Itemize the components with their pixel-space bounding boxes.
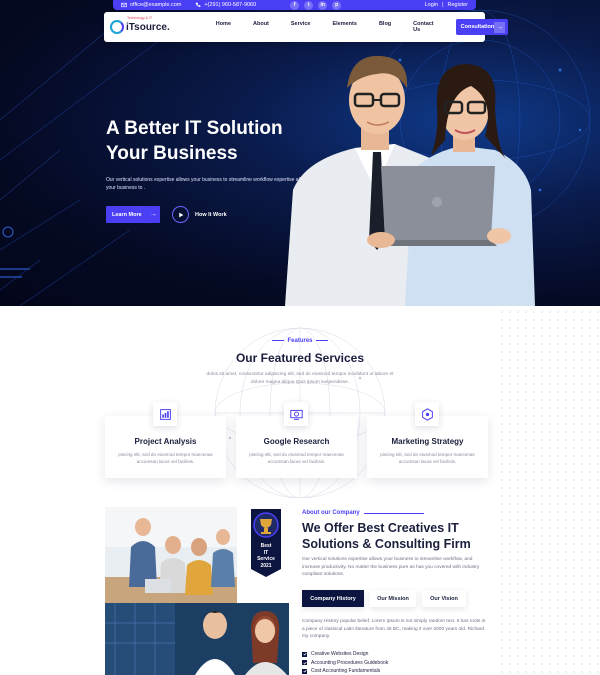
list-item-label: Creative Websites Design <box>311 651 369 658</box>
email-contact[interactable]: office@example.com <box>121 2 181 8</box>
card-title: Project Analysis <box>134 437 197 446</box>
check-icon <box>302 651 307 657</box>
consultation-label: Consultation <box>460 24 495 30</box>
service-card-project-analysis[interactable]: Project Analysis piscing elit, sed do ei… <box>105 402 226 478</box>
about-description: Our vertical solutions expertise allows … <box>302 557 480 578</box>
phone-text: +(291) 960-587-9060 <box>204 2 257 8</box>
learn-more-label: Learn More <box>112 211 142 218</box>
check-icon <box>302 660 307 666</box>
nav-contact[interactable]: Contact Us <box>413 21 433 33</box>
research-icon <box>284 402 308 426</box>
learn-more-button[interactable]: Learn More → <box>106 206 160 223</box>
phone-contact[interactable]: +(291) 960-587-9060 <box>195 2 256 8</box>
award-year: 2021 <box>260 562 272 569</box>
check-icon <box>302 668 307 674</box>
hero-people-image <box>285 55 535 306</box>
team-photo-2 <box>105 603 289 675</box>
phone-icon <box>195 2 201 7</box>
list-item: Creative Websites Design <box>302 650 388 659</box>
site-logo[interactable]: iTsource. Technology & IT <box>110 15 170 39</box>
logo-tagline: Technology & IT <box>127 16 153 20</box>
arrow-right-icon: → <box>494 21 506 33</box>
nav-service[interactable]: Service <box>291 21 311 33</box>
mail-icon <box>121 2 127 8</box>
play-icon <box>178 212 183 217</box>
service-cards: Project Analysis piscing elit, sed do ei… <box>105 402 489 478</box>
tab-company-history[interactable]: Company History <box>302 590 364 607</box>
main-navbar: iTsource. Technology & IT Home About Ser… <box>104 12 509 42</box>
list-item: Accounting Procedures Guidebook <box>302 659 388 668</box>
about-title: We Offer Best Creatives IT Solutions & C… <box>302 521 471 551</box>
strategy-icon <box>415 402 439 426</box>
features-description: dolos sit amet, consectetur adipiscing e… <box>206 372 394 385</box>
auth-links: Login | Register <box>425 2 468 8</box>
analysis-icon <box>153 402 177 426</box>
consultation-button[interactable]: Consultation → <box>455 19 509 35</box>
card-title: Marketing Strategy <box>391 437 464 446</box>
nav-blog[interactable]: Blog <box>379 21 391 33</box>
nav-home[interactable]: Home <box>216 21 231 33</box>
tab-our-mission[interactable]: Our Mission <box>370 590 416 607</box>
service-card-marketing-strategy[interactable]: Marketing Strategy piscing elit, sed do … <box>367 402 488 478</box>
linkedin-icon[interactable]: in <box>318 0 328 10</box>
pinterest-icon[interactable]: p <box>332 0 342 10</box>
service-card-google-research[interactable]: Google Research piscing elit, sed do eiu… <box>236 402 357 478</box>
about-kicker: About our Company <box>302 510 424 516</box>
about-history-text: Company History popular belief, Lorem Ip… <box>302 619 486 640</box>
about-kicker-text: About our Company <box>302 510 360 516</box>
email-text: office@example.com <box>130 2 182 8</box>
twitter-icon[interactable]: t <box>304 0 314 10</box>
card-title: Google Research <box>263 437 330 446</box>
tab-our-vision[interactable]: Our Vision <box>422 590 466 607</box>
list-item: Cost Accounting Fundamentals <box>302 667 388 675</box>
logo-text: iTsource. <box>126 21 170 33</box>
logo-mark-icon <box>110 20 124 34</box>
award-text: Best IT Service 2021 <box>249 543 283 569</box>
card-text: piscing elit, sed do eiusmod tempor maec… <box>249 452 344 465</box>
nav-links: Home About Service Elements Blog Contact… <box>216 21 456 33</box>
features-title: Our Featured Services <box>235 351 365 365</box>
about-checklist: Creative Websites Design Accounting Proc… <box>302 650 388 675</box>
login-link[interactable]: Login <box>425 2 438 8</box>
list-item-label: Cost Accounting Fundamentals <box>311 668 381 675</box>
video-label: How It Work <box>195 211 227 218</box>
how-it-work-link[interactable]: How It Work <box>172 206 227 223</box>
card-text: piscing elit, sed do eiusmod tempor maec… <box>118 452 213 465</box>
card-text: piscing elit, sed do eiusmod tempor maec… <box>380 452 475 465</box>
hero-section: office@example.com +(291) 960-587-9060 f… <box>0 0 600 306</box>
about-tabs: Company History Our Mission Our Vision <box>302 590 466 607</box>
facebook-icon[interactable]: f <box>290 0 300 10</box>
nav-elements[interactable]: Elements <box>332 21 356 33</box>
top-contact-bar: office@example.com +(291) 960-587-9060 f… <box>113 0 476 10</box>
auth-separator: | <box>442 2 444 8</box>
arrow-right-icon: → <box>150 211 157 218</box>
register-link[interactable]: Register <box>448 2 468 8</box>
list-item-label: Accounting Procedures Guidebook <box>311 659 389 666</box>
features-kicker: Features <box>0 338 600 344</box>
play-button[interactable] <box>172 206 189 223</box>
nav-about[interactable]: About <box>253 21 269 33</box>
team-photo-1 <box>105 507 237 603</box>
social-links: f t in p <box>290 0 342 10</box>
